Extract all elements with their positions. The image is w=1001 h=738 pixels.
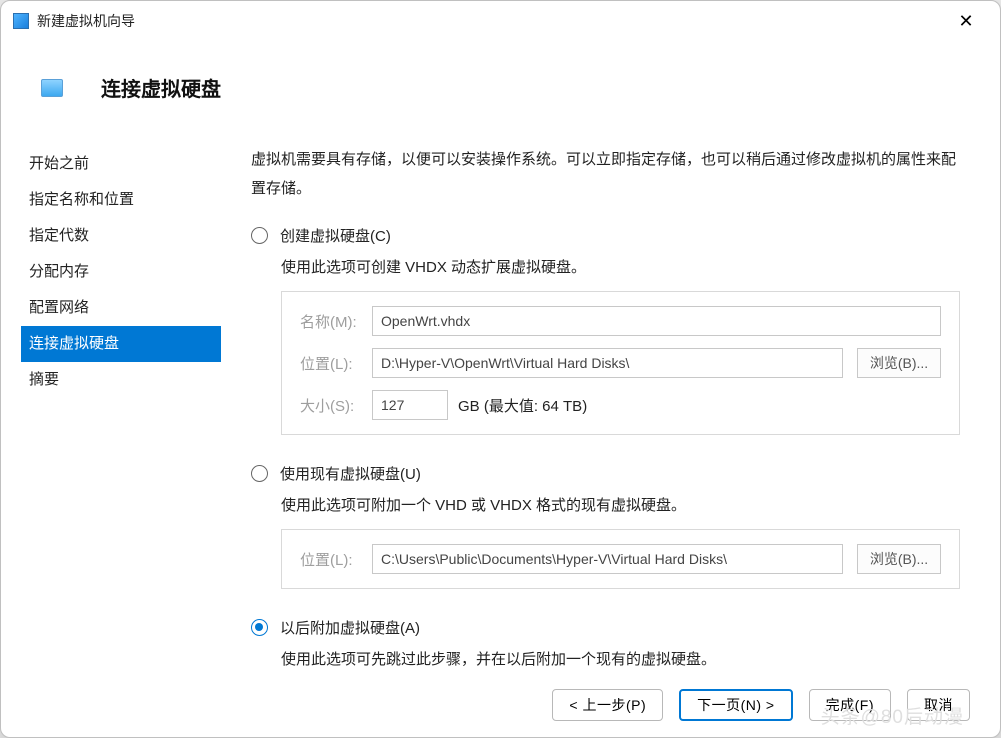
- radio-icon: [251, 465, 268, 482]
- app-icon: [13, 13, 29, 29]
- step-summary[interactable]: 摘要: [21, 362, 221, 398]
- radio-icon: [251, 227, 268, 244]
- wizard-window: 新建虚拟机向导 ✕ 连接虚拟硬盘 开始之前 指定名称和位置 指定代数 分配内存 …: [0, 0, 1001, 738]
- prev-button[interactable]: < 上一步(P): [552, 689, 663, 721]
- finish-button[interactable]: 完成(F): [809, 689, 891, 721]
- option-label: 创建虚拟硬盘(C): [280, 225, 391, 246]
- existing-location-input[interactable]: C:\Users\Public\Documents\Hyper-V\Virtua…: [372, 544, 843, 574]
- step-memory[interactable]: 分配内存: [21, 254, 221, 290]
- close-icon: ✕: [958, 11, 973, 32]
- size-unit: GB (最大值: 64 TB): [458, 395, 587, 416]
- location-label: 位置(L):: [300, 549, 372, 570]
- option-desc: 使用此选项可先跳过此步骤，并在以后附加一个现有的虚拟硬盘。: [281, 648, 960, 669]
- wizard-steps: 开始之前 指定名称和位置 指定代数 分配内存 配置网络 连接虚拟硬盘 摘要: [21, 146, 221, 663]
- option-desc: 使用此选项可附加一个 VHD 或 VHDX 格式的现有虚拟硬盘。: [281, 494, 960, 515]
- radio-icon: [251, 619, 268, 636]
- step-name-location[interactable]: 指定名称和位置: [21, 182, 221, 218]
- option-label: 使用现有虚拟硬盘(U): [280, 463, 421, 484]
- option-existing-vhd: 使用现有虚拟硬盘(U) 使用此选项可附加一个 VHD 或 VHDX 格式的现有虚…: [251, 463, 960, 589]
- name-label: 名称(M):: [300, 311, 372, 332]
- step-network[interactable]: 配置网络: [21, 290, 221, 326]
- existing-fieldset: 位置(L): C:\Users\Public\Documents\Hyper-V…: [281, 529, 960, 589]
- page-header: 连接虚拟硬盘: [1, 41, 1000, 126]
- titlebar: 新建虚拟机向导 ✕: [1, 1, 1000, 41]
- cancel-button[interactable]: 取消: [907, 689, 970, 721]
- browse-button[interactable]: 浏览(B)...: [857, 544, 941, 574]
- location-label: 位置(L):: [300, 353, 372, 374]
- radio-existing-vhd[interactable]: 使用现有虚拟硬盘(U): [251, 463, 960, 484]
- option-attach-later: 以后附加虚拟硬盘(A) 使用此选项可先跳过此步骤，并在以后附加一个现有的虚拟硬盘…: [251, 617, 960, 669]
- size-label: 大小(S):: [300, 395, 372, 416]
- radio-attach-later[interactable]: 以后附加虚拟硬盘(A): [251, 617, 960, 638]
- step-generation[interactable]: 指定代数: [21, 218, 221, 254]
- monitor-icon: [41, 79, 63, 97]
- content-panel: 虚拟机需要具有存储，以便可以安装操作系统。可以立即指定存储，也可以稍后通过修改虚…: [221, 146, 980, 663]
- radio-create-vhd[interactable]: 创建虚拟硬盘(C): [251, 225, 960, 246]
- step-before-start[interactable]: 开始之前: [21, 146, 221, 182]
- step-connect-vhd[interactable]: 连接虚拟硬盘: [21, 326, 221, 362]
- location-input[interactable]: D:\Hyper-V\OpenWrt\Virtual Hard Disks\: [372, 348, 843, 378]
- page-title: 连接虚拟硬盘: [101, 73, 221, 102]
- window-title: 新建虚拟机向导: [37, 11, 135, 31]
- option-create-vhd: 创建虚拟硬盘(C) 使用此选项可创建 VHDX 动态扩展虚拟硬盘。 名称(M):…: [251, 225, 960, 435]
- browse-button[interactable]: 浏览(B)...: [857, 348, 941, 378]
- next-button[interactable]: 下一页(N) >: [679, 689, 793, 721]
- option-desc: 使用此选项可创建 VHDX 动态扩展虚拟硬盘。: [281, 256, 960, 277]
- size-input[interactable]: 127: [372, 390, 448, 420]
- option-label: 以后附加虚拟硬盘(A): [280, 617, 420, 638]
- wizard-footer: < 上一步(P) 下一页(N) > 完成(F) 取消 头条@80后动漫: [1, 673, 1000, 737]
- intro-text: 虚拟机需要具有存储，以便可以安装操作系统。可以立即指定存储，也可以稍后通过修改虚…: [251, 146, 960, 203]
- close-button[interactable]: ✕: [944, 5, 988, 37]
- name-input[interactable]: OpenWrt.vhdx: [372, 306, 941, 336]
- create-fieldset: 名称(M): OpenWrt.vhdx 位置(L): D:\Hyper-V\Op…: [281, 291, 960, 435]
